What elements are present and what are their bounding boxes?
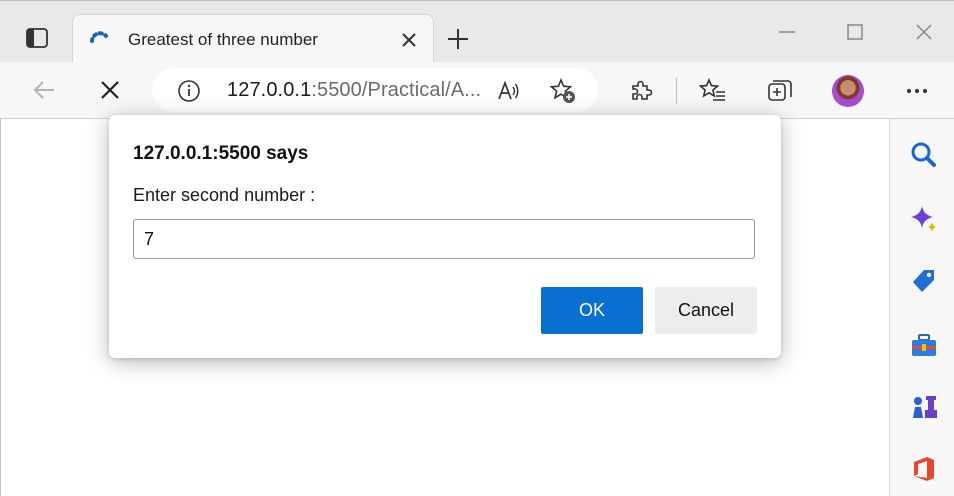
more-options-icon[interactable]	[903, 77, 931, 105]
prompt-input[interactable]	[133, 219, 755, 259]
favorites-icon[interactable]	[699, 77, 727, 105]
dialog-message: Enter second number :	[133, 185, 316, 205]
minimize-icon[interactable]	[776, 21, 798, 43]
games-chess-icon[interactable]	[910, 392, 938, 420]
edge-sidebar	[889, 119, 954, 496]
toolbar-divider	[676, 78, 677, 104]
loading-spinner-icon	[89, 29, 109, 49]
cancel-button[interactable]: Cancel	[655, 287, 757, 334]
tab-active[interactable]: Greatest of three number	[72, 14, 434, 64]
prompt-dialog: 127.0.0.1:5500 says Enter second number …	[109, 115, 781, 358]
stop-loading-icon[interactable]	[96, 76, 124, 104]
maximize-icon[interactable]	[844, 21, 866, 43]
new-tab-icon[interactable]	[446, 27, 470, 51]
title-bar: Greatest of three number	[0, 0, 954, 64]
dialog-origin-title: 127.0.0.1:5500 says	[133, 143, 309, 164]
window-close-icon[interactable]	[913, 21, 935, 43]
tab-close-icon[interactable]	[400, 31, 418, 49]
site-info-icon[interactable]	[177, 79, 201, 103]
shopping-tag-icon[interactable]	[910, 266, 938, 294]
url-path: :5500/Practical/A...	[311, 79, 482, 101]
office-icon[interactable]	[910, 455, 938, 483]
tab-title: Greatest of three number	[128, 30, 318, 49]
collections-icon[interactable]	[766, 77, 794, 105]
address-bar[interactable]: 127.0.0.1:5500/Practical/A...	[152, 68, 598, 112]
tab-actions-icon[interactable]	[22, 25, 52, 51]
read-aloud-icon[interactable]	[496, 78, 522, 104]
ok-button[interactable]: OK	[541, 287, 643, 334]
extensions-icon[interactable]	[627, 77, 655, 105]
add-favorite-icon[interactable]	[549, 77, 577, 105]
url-text[interactable]: 127.0.0.1:5500/Practical/A...	[227, 79, 481, 102]
back-arrow-icon[interactable]	[30, 76, 58, 104]
tools-toolbox-icon[interactable]	[910, 331, 938, 359]
search-icon[interactable]	[910, 141, 938, 169]
profile-avatar[interactable]	[832, 75, 864, 107]
copilot-sparkle-icon[interactable]	[910, 205, 938, 233]
browser-toolbar: 127.0.0.1:5500/Practical/A...	[0, 62, 954, 119]
url-host: 127.0.0.1	[227, 79, 312, 101]
